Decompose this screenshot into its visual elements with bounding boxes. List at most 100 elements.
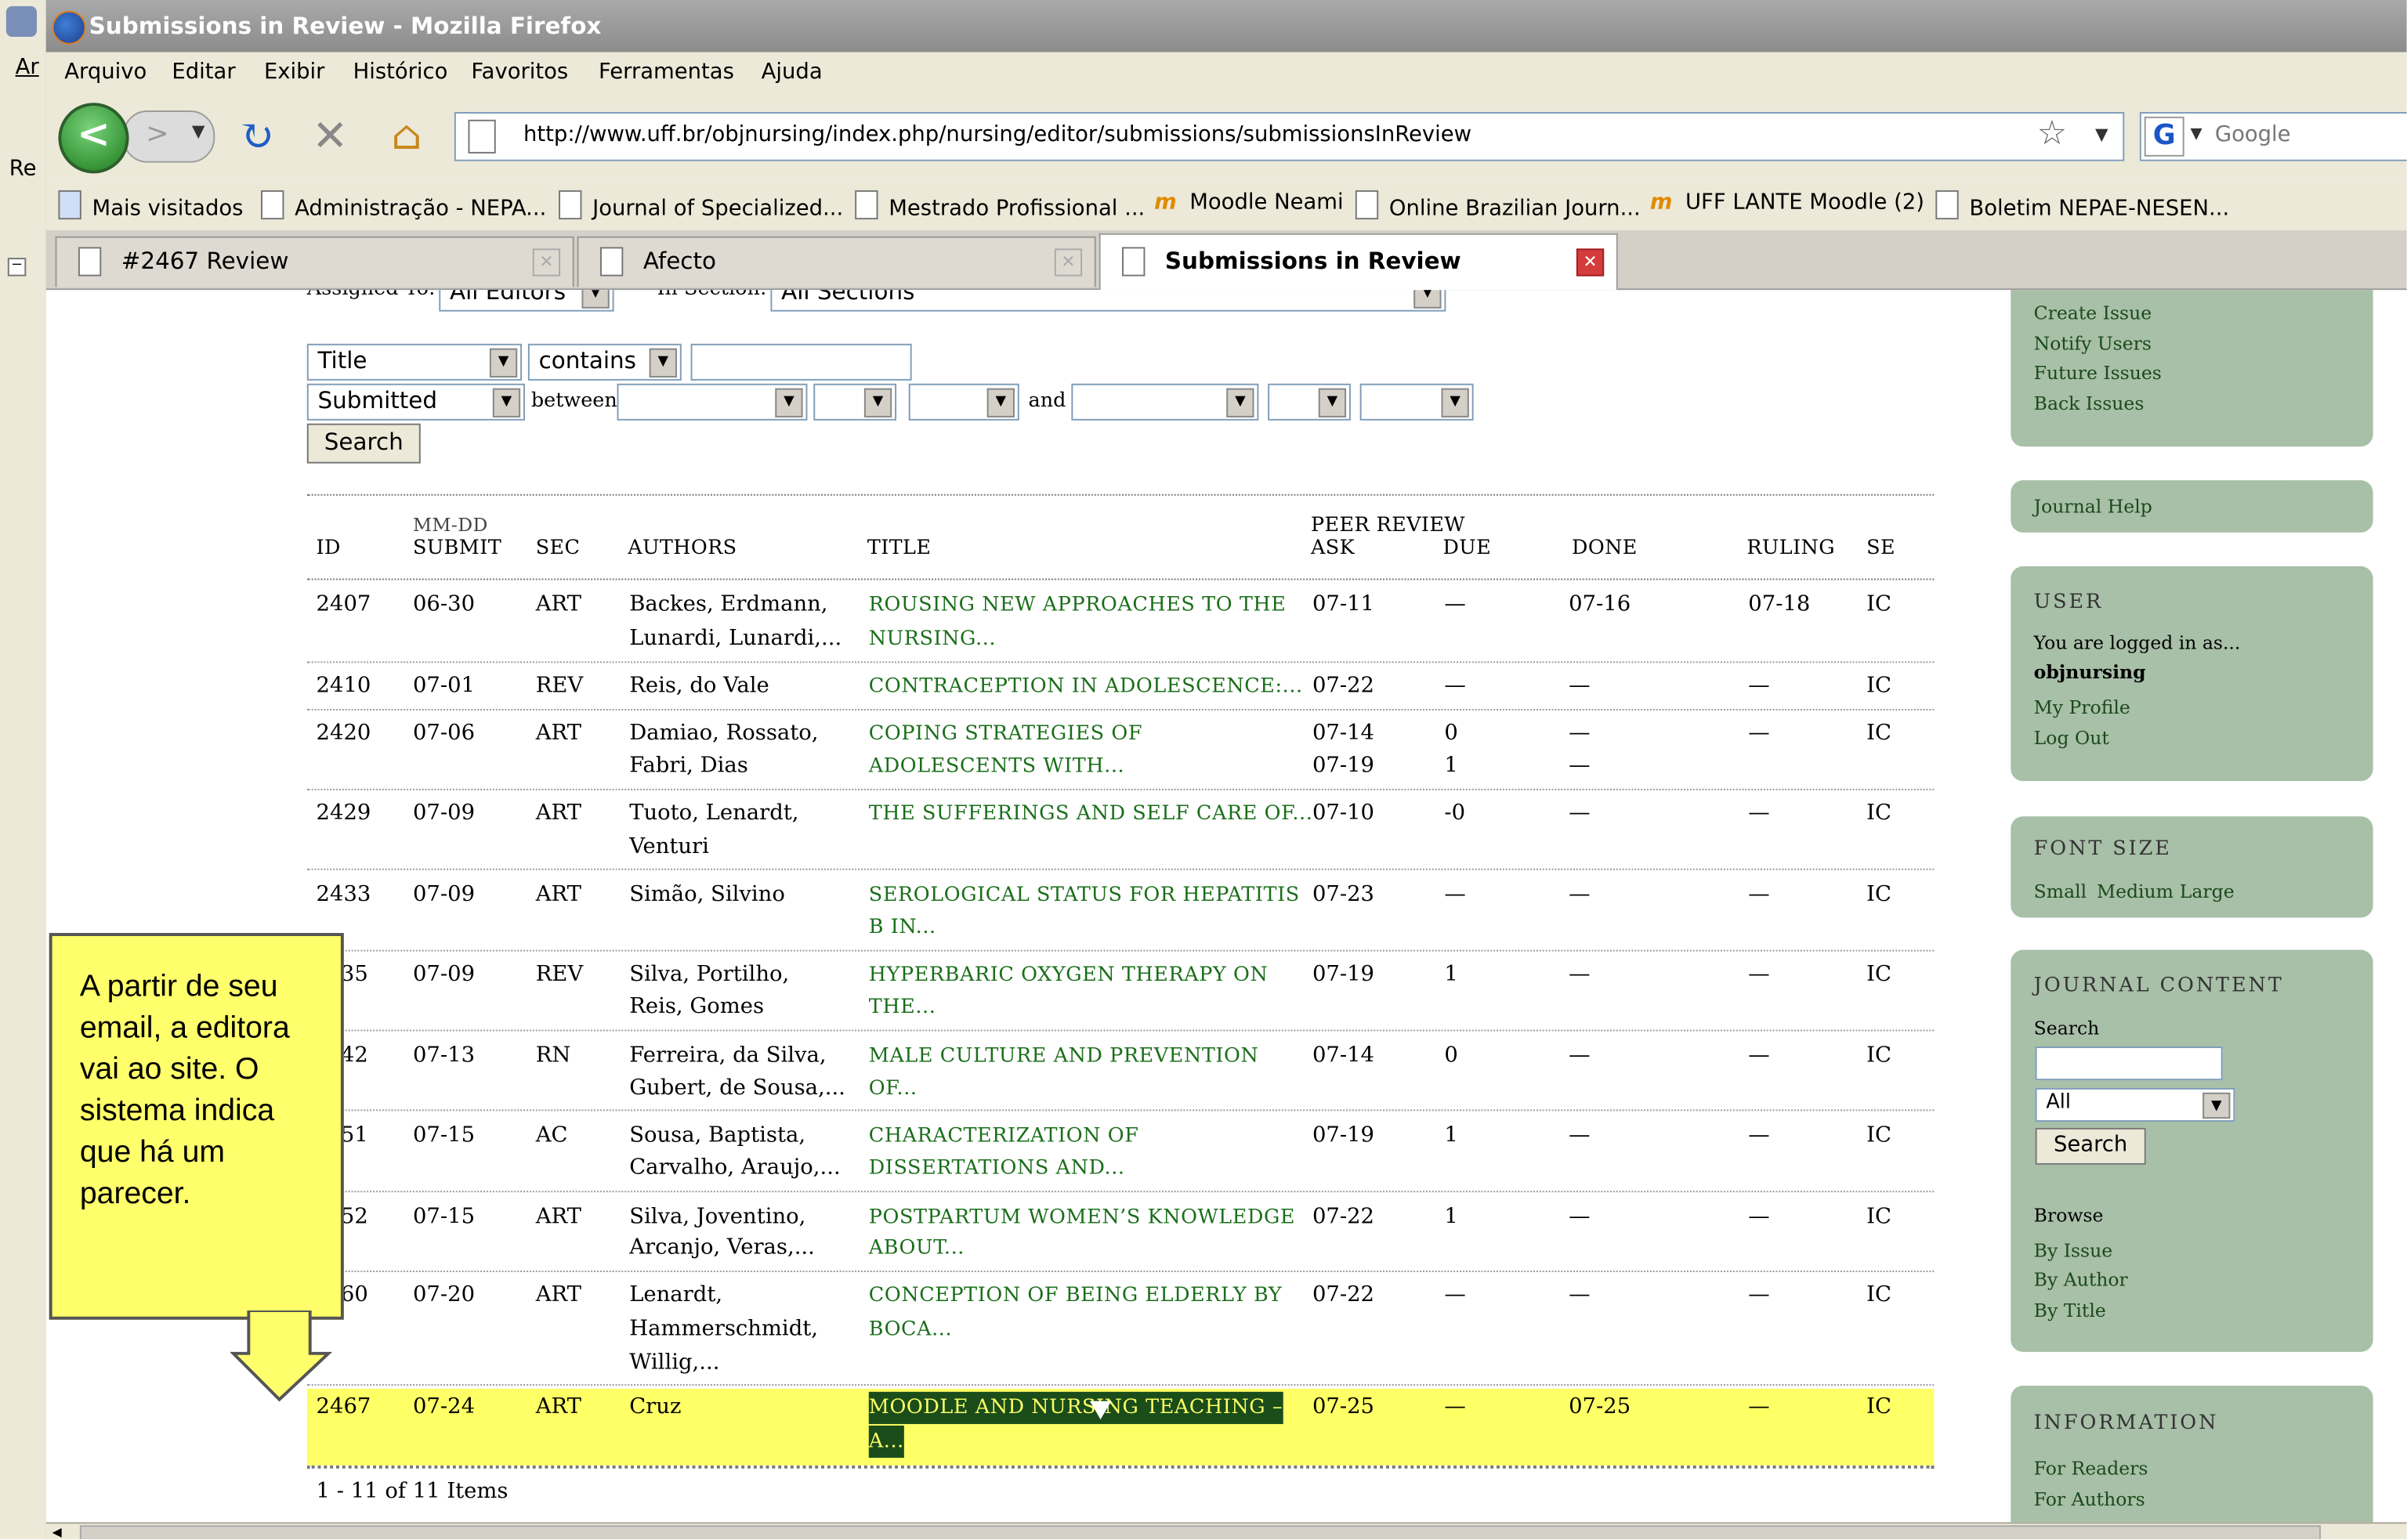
font-small-link[interactable]: Small: [2034, 880, 2087, 902]
title-link[interactable]: CONCEPTION OF BEING ELDERLY BY: [869, 1280, 1282, 1312]
in-section-select[interactable]: All Sections ▼: [770, 290, 1446, 312]
col-header-sec[interactable]: SEC: [536, 537, 581, 560]
window-titlebar[interactable]: Submissions in Review - Mozilla Firefox: [45, 0, 2407, 52]
bookmark-uff-lante[interactable]: m UFF LANTE Moodle (2): [1650, 190, 1924, 215]
bookmark-online-brazilian[interactable]: Online Brazilian Journ...: [1355, 190, 1641, 221]
engine-dropdown-icon[interactable]: ▼: [2190, 126, 2202, 143]
cell-ask: 07-19: [1312, 962, 1375, 987]
menu-favoritos[interactable]: Favoritos: [471, 60, 568, 84]
title-link[interactable]: COPING STRATEGIES OF: [869, 718, 1142, 750]
from-year-select[interactable]: ▼: [908, 383, 1019, 421]
forward-button[interactable]: > ▼: [122, 110, 215, 163]
menu-ferramentas[interactable]: Ferramentas: [599, 60, 734, 84]
bookmark-mestrado[interactable]: Mestrado Profissional ...: [855, 190, 1145, 221]
scrollbar-thumb[interactable]: [79, 1525, 2322, 1539]
search-engine-box[interactable]: G ▼ Google: [2139, 112, 2407, 161]
title-link[interactable]: CONTRACEPTION IN ADOLESCENCE:...: [869, 671, 1303, 703]
col-header-due: DUE: [1442, 537, 1492, 561]
from-day-select[interactable]: ▼: [813, 383, 897, 421]
title-link[interactable]: SEROLOGICAL STATUS FOR HEPATITIS: [869, 880, 1300, 912]
bookmark-journal-specialized[interactable]: Journal of Specialized...: [559, 190, 843, 221]
sidebar-link-log-out[interactable]: Log Out: [2034, 728, 2109, 749]
title-link-selected[interactable]: MOODLE AND NURSING TEACHING –: [868, 1391, 1283, 1424]
title-link[interactable]: HYPERBARIC OXYGEN THERAPY ON: [869, 959, 1269, 991]
home-icon[interactable]: ⌂: [384, 114, 430, 160]
close-tab-icon[interactable]: ✕: [1576, 248, 1605, 277]
menu-arquivo[interactable]: Arquivo: [64, 60, 147, 84]
search-button[interactable]: Search: [306, 423, 421, 464]
title-link[interactable]: POSTPARTUM WOMEN’S KNOWLEDGE: [869, 1202, 1295, 1234]
assigned-to-select[interactable]: All Editors ▼: [439, 290, 614, 312]
close-tab-icon[interactable]: ✕: [1054, 248, 1083, 277]
browse-by-author-link[interactable]: By Author: [2034, 1269, 2128, 1290]
title-link-line2[interactable]: NURSING...: [869, 623, 996, 655]
journal-search-scope-select[interactable]: All ▼: [2035, 1087, 2235, 1122]
menu-historico[interactable]: Histórico: [353, 60, 448, 84]
to-year-select[interactable]: ▼: [1359, 383, 1474, 421]
title-link-line2[interactable]: BOCA...: [869, 1314, 952, 1346]
close-tab-icon[interactable]: ✕: [532, 248, 561, 277]
search-field-select[interactable]: Title ▼: [306, 343, 523, 381]
title-link-line2[interactable]: ABOUT...: [869, 1232, 965, 1264]
tree-collapse-icon[interactable]: −: [7, 258, 27, 277]
to-month-select[interactable]: ▼: [1071, 383, 1259, 421]
menu-exibir[interactable]: Exibir: [264, 60, 325, 84]
bookmark-moodle-neami[interactable]: m Moodle Neami: [1154, 190, 1343, 215]
bookmark-mais-visitados[interactable]: Mais visitados: [58, 190, 243, 221]
bookmark-administracao[interactable]: Administração - NEPA...: [261, 190, 546, 221]
callout-arrow: [230, 1310, 333, 1402]
title-link-line2[interactable]: THE...: [869, 992, 936, 1024]
title-link-line2[interactable]: ADOLESCENTS WITH...: [869, 750, 1124, 783]
cell-se: IC: [1866, 1282, 1891, 1308]
reload-icon[interactable]: ↻: [233, 113, 280, 160]
to-day-select[interactable]: ▼: [1268, 383, 1351, 421]
url-dropdown-icon[interactable]: ▼: [2095, 125, 2108, 144]
for-readers-link[interactable]: For Readers: [2034, 1458, 2148, 1479]
bookmark-star-icon[interactable]: ☆: [2037, 115, 2068, 154]
sidebar-link-future-issues[interactable]: Future Issues: [2034, 362, 2162, 383]
sidebar-link-back-issues[interactable]: Back Issues: [2034, 393, 2145, 414]
title-link[interactable]: ROUSING NEW APPROACHES TO THE: [869, 589, 1287, 621]
tab-afecto[interactable]: Afecto ✕: [577, 236, 1096, 287]
scroll-left-icon[interactable]: ◀: [52, 1525, 62, 1539]
for-authors-link[interactable]: For Authors: [2034, 1488, 2145, 1509]
browse-by-issue-link[interactable]: By Issue: [2034, 1240, 2113, 1261]
title-link[interactable]: CHARACTERIZATION OF: [869, 1120, 1139, 1152]
title-link-line2-selected[interactable]: A...: [868, 1425, 904, 1459]
title-link-line2[interactable]: DISSERTATIONS AND...: [869, 1152, 1125, 1184]
font-large-link[interactable]: Large: [2180, 880, 2235, 902]
col-header-submit[interactable]: SUBMIT: [413, 537, 501, 560]
cell-ruling: —: [1748, 1043, 1770, 1068]
row-divider: [306, 1465, 1935, 1469]
sidebar-link-create-issue[interactable]: Create Issue: [2034, 302, 2152, 324]
back-button[interactable]: <: [58, 103, 129, 174]
col-header-title[interactable]: TITLE: [867, 537, 932, 560]
google-icon[interactable]: G: [2144, 116, 2184, 157]
cell-ruling: —: [1748, 1122, 1770, 1148]
search-text-input[interactable]: [690, 343, 912, 381]
title-link-line2[interactable]: B IN...: [869, 912, 936, 944]
sidebar-link-my-profile[interactable]: My Profile: [2034, 696, 2130, 718]
journal-search-input[interactable]: [2035, 1047, 2223, 1081]
stop-icon[interactable]: ✕: [307, 113, 353, 160]
address-bar[interactable]: http://www.uff.br/objnursing/index.php/n…: [454, 112, 2125, 161]
browse-by-title-link[interactable]: By Title: [2034, 1300, 2106, 1321]
journal-search-button[interactable]: Search: [2035, 1127, 2146, 1165]
tab-submissions-in-review[interactable]: Submissions in Review ✕: [1099, 233, 1618, 291]
from-month-select[interactable]: ▼: [617, 383, 808, 421]
sidebar-link-journal-help[interactable]: Journal Help: [2034, 496, 2152, 517]
tab-2467-review[interactable]: #2467 Review ✕: [55, 236, 574, 287]
date-field-select[interactable]: Submitted ▼: [306, 383, 525, 421]
menu-ajuda[interactable]: Ajuda: [762, 60, 823, 84]
horizontal-scrollbar[interactable]: ◀: [45, 1522, 2407, 1539]
menu-editar[interactable]: Editar: [172, 60, 235, 84]
col-header-authors[interactable]: AUTHORS: [628, 537, 737, 560]
title-link[interactable]: MALE CULTURE AND PREVENTION: [869, 1040, 1259, 1072]
sidebar-link-notify-users[interactable]: Notify Users: [2034, 333, 2152, 354]
bookmark-boletim[interactable]: Boletim NEPAE-NESEN...: [1935, 190, 2229, 221]
search-match-select[interactable]: contains ▼: [527, 343, 682, 381]
title-link-line2[interactable]: OF...: [869, 1072, 918, 1104]
history-dropdown-icon[interactable]: ▼: [192, 121, 205, 141]
title-link[interactable]: THE SUFFERINGS AND SELF CARE OF...: [869, 798, 1313, 830]
font-medium-link[interactable]: Medium: [2097, 880, 2174, 902]
